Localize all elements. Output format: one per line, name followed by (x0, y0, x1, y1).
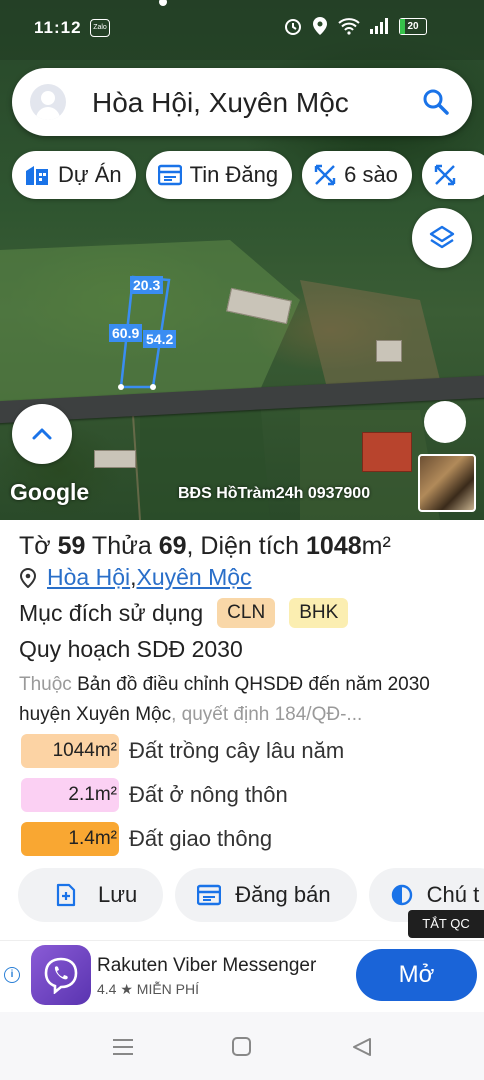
planning-title: Quy hoạch SDĐ 2030 (19, 636, 243, 662)
ward-link[interactable]: Hòa Hội (47, 564, 130, 591)
land-use-label: Đất ở nông thôn (129, 782, 288, 807)
land-use-row: 1044m² Đất trồng cây lâu năm (21, 734, 344, 768)
parcel-info-sheet: Tờ 59 Thửa 69, Diện tích 1048m² Hòa Hội,… (0, 520, 484, 940)
chip-label: 6 sào (344, 162, 398, 187)
nav-buttons (113, 1037, 371, 1056)
ad-app-name[interactable]: Rakuten Viber Messenger (97, 955, 316, 977)
status-bar: 11:12 Zalo 20 (0, 0, 484, 52)
phone-icon (44, 957, 78, 994)
alarm-icon (285, 19, 301, 35)
parcel-location: Hòa Hội, Xuyên Mộc (19, 564, 252, 591)
post-sale-label: Đăng bán (235, 882, 331, 907)
plot-length-label: 60.9 (109, 324, 143, 342)
purpose-label: Mục đích sử dụng (19, 599, 204, 626)
home-icon[interactable] (232, 1037, 251, 1056)
chip-more[interactable] (421, 151, 484, 199)
thua-label: Thửa (85, 532, 159, 560)
viber-icon[interactable] (31, 945, 91, 1005)
land-use-row: 1.4m² Đất giao thông (21, 822, 272, 856)
close-ad-button[interactable]: TẮT QC (408, 910, 484, 938)
land-use-area: 1.4m² (21, 822, 119, 856)
layers-icon (429, 225, 455, 249)
google-logo: Google (10, 479, 90, 505)
to-label: Tờ (19, 532, 58, 560)
location-icon (313, 17, 327, 35)
area-unit: m² (361, 532, 391, 560)
measure-icon (314, 164, 336, 186)
land-use-area: 1044m² (21, 734, 119, 768)
land-use-row: 2.1m² Đất ở nông thôn (21, 778, 288, 812)
area-value: 1048 (306, 532, 362, 560)
chevron-up-icon (32, 428, 52, 440)
measure-icon (434, 164, 456, 186)
contrast-icon (391, 884, 412, 906)
chip-label: Dự Án (58, 162, 122, 187)
planning-prefix: Thuộc (19, 674, 78, 695)
search-input[interactable]: Hòa Hội, Xuyên Mộc (92, 87, 349, 119)
building-icon (26, 166, 48, 185)
info-icon[interactable]: i (4, 967, 20, 983)
battery-level: 20 (407, 20, 419, 32)
signal-icon (370, 18, 388, 34)
purpose-badge[interactable]: CLN (217, 598, 276, 628)
land-use-area: 2.1m² (21, 778, 119, 812)
listing-icon (197, 884, 222, 906)
plot-length-label: 54.2 (143, 330, 177, 348)
chip-area[interactable]: 6 sào (302, 151, 412, 199)
land-use-label: Đất giao thông (129, 826, 273, 851)
search-bar[interactable]: Hòa Hội, Xuyên Mộc (12, 68, 472, 136)
avatar[interactable] (30, 84, 66, 120)
chip-du-an[interactable]: Dự Án (12, 151, 136, 199)
listing-icon (157, 164, 182, 186)
open-app-button[interactable]: Mở (356, 949, 477, 1001)
purpose-badge[interactable]: BHK (289, 598, 349, 628)
purpose-row: Mục đích sử dụng CLN BHK (19, 598, 349, 628)
clock: 11:12 (34, 18, 82, 37)
save-label: Lưu (98, 882, 138, 907)
notification-dot (159, 0, 167, 6)
planning-decision: , quyết định 184/QĐ-... (171, 704, 363, 725)
battery-icon: 20 (399, 17, 427, 35)
menu-icon[interactable] (113, 1039, 133, 1055)
pin-icon (19, 567, 37, 588)
land-use-label: Đất trồng cây lâu năm (129, 738, 345, 763)
save-button[interactable]: Lưu (18, 868, 164, 922)
photo-thumbnail[interactable] (418, 454, 476, 512)
chip-label: Tin Đăng (189, 162, 279, 187)
plot-length-label: 20.3 (130, 276, 164, 294)
to-number: 59 (57, 532, 86, 560)
chip-tin-dang[interactable]: Tin Đăng (145, 151, 293, 199)
parcel-title: Tờ 59 Thửa 69, Diện tích 1048m² (19, 532, 391, 561)
satellite-map[interactable]: 20.3 60.9 54.2 11:12 Zalo 20 Hòa Hội, Xu… (0, 0, 484, 520)
note-label: Chú t (426, 882, 480, 907)
wifi-icon (338, 18, 360, 35)
search-icon[interactable] (420, 86, 452, 118)
layers-button[interactable] (412, 208, 472, 268)
area-label: , Diện tích (186, 532, 307, 560)
district-link[interactable]: Xuyên Mộc (137, 564, 252, 591)
thua-number: 69 (158, 532, 187, 560)
back-icon[interactable] (353, 1038, 371, 1056)
planning-description: Thuộc Bản đồ điều chỉnh QHSDĐ đến năm 20… (19, 670, 469, 730)
zalo-icon: Zalo (90, 19, 110, 37)
add-file-icon (56, 883, 76, 907)
system-nav-bar (0, 1012, 484, 1080)
ad-banner[interactable]: i Rakuten Viber Messenger 4.4 ★ MIỄN PHÍ… (0, 940, 484, 1013)
post-sale-button[interactable]: Đăng bán (175, 868, 357, 922)
ad-rating: 4.4 ★ MIỄN PHÍ (97, 981, 200, 997)
map-watermark: BĐS HồTràm24h 0937900 (178, 485, 371, 502)
filter-chips: Dự Án Tin Đăng 6 sào (12, 151, 484, 199)
location-button[interactable] (424, 401, 466, 443)
expand-button[interactable] (12, 404, 72, 464)
